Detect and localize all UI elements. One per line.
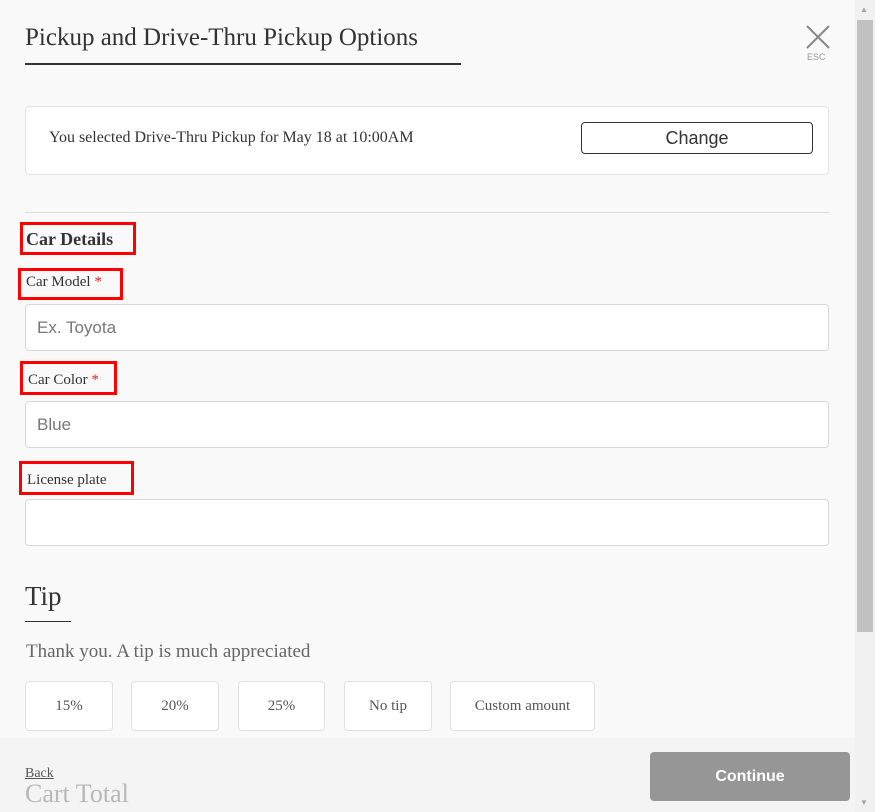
- tip-underline: [25, 621, 71, 622]
- tip-option-15[interactable]: 15%: [25, 681, 113, 731]
- close-icon[interactable]: [805, 24, 831, 50]
- car-details-heading: Car Details: [20, 222, 136, 255]
- back-link[interactable]: Back: [25, 766, 54, 782]
- car-model-label: Car Model *: [18, 268, 123, 300]
- change-button[interactable]: Change: [581, 122, 813, 154]
- tip-subtitle: Thank you. A tip is much appreciated: [26, 641, 311, 662]
- tip-option-none[interactable]: No tip: [344, 681, 432, 731]
- tip-option-25[interactable]: 25%: [238, 681, 325, 731]
- car-model-input[interactable]: [25, 304, 829, 351]
- scroll-down-icon[interactable]: ▼: [860, 798, 868, 807]
- required-marker: *: [91, 372, 99, 388]
- car-model-label-text: Car Model: [26, 274, 91, 290]
- tip-heading: Tip: [25, 581, 62, 611]
- car-color-label-text: Car Color: [28, 372, 88, 388]
- car-color-input[interactable]: [25, 401, 829, 448]
- tip-option-20[interactable]: 20%: [131, 681, 219, 731]
- car-color-label: Car Color *: [20, 361, 117, 395]
- title-underline: [25, 63, 461, 65]
- cart-total-heading: Cart Total: [25, 779, 129, 808]
- esc-label: ESC: [807, 52, 826, 62]
- tip-option-custom[interactable]: Custom amount: [450, 681, 595, 731]
- page-title: Pickup and Drive-Thru Pickup Options: [25, 24, 419, 51]
- scroll-up-icon[interactable]: ▲: [860, 5, 868, 14]
- divider: [25, 212, 829, 213]
- selection-text: You selected Drive-Thru Pickup for May 1…: [49, 129, 414, 146]
- license-plate-label: License plate: [19, 461, 134, 495]
- required-marker: *: [94, 274, 102, 290]
- license-plate-input[interactable]: [25, 499, 829, 546]
- selection-summary: You selected Drive-Thru Pickup for May 1…: [25, 106, 829, 175]
- continue-button[interactable]: Continue: [650, 752, 850, 801]
- scrollbar-thumb[interactable]: [857, 20, 873, 632]
